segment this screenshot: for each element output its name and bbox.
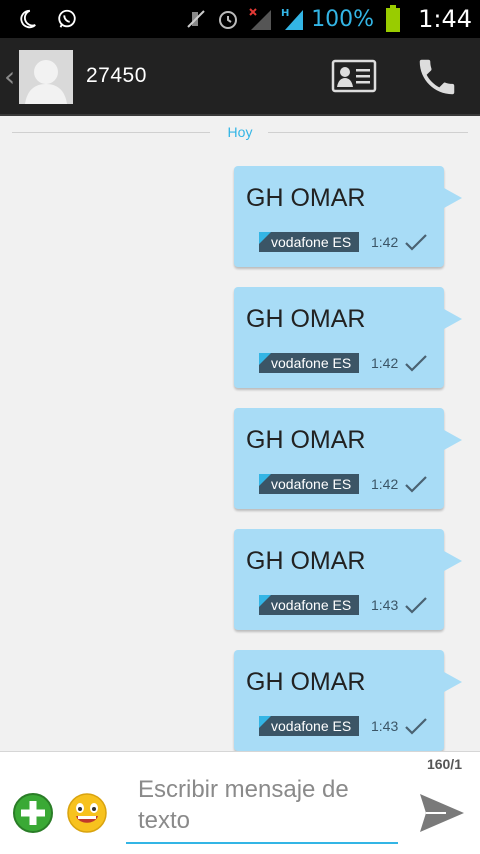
- battery-percentage: 100%: [311, 6, 375, 32]
- message-bubble[interactable]: GH OMAR vodafone ES 1:42: [234, 408, 462, 509]
- compose-bar: 160/1: [0, 751, 480, 854]
- carrier-tag: vodafone ES: [259, 474, 360, 494]
- message-time: 1:42: [371, 476, 399, 492]
- message-text: GH OMAR: [246, 305, 366, 333]
- call-button[interactable]: [414, 54, 460, 100]
- message-time: 1:42: [371, 355, 399, 371]
- action-bar: ‹ 27450: [0, 38, 480, 116]
- message-bubble[interactable]: GH OMAR vodafone ES 1:42: [234, 287, 462, 388]
- message-input[interactable]: [126, 774, 398, 844]
- message-text: GH OMAR: [246, 426, 366, 454]
- bubble-tail: [444, 430, 462, 450]
- message-time: 1:43: [371, 597, 399, 613]
- no-signal-icon: [247, 6, 273, 32]
- contact-avatar[interactable]: [19, 50, 73, 104]
- smiley-icon: [67, 793, 107, 833]
- message-text: GH OMAR: [246, 547, 366, 575]
- battery-icon: [380, 5, 406, 32]
- message-bubble[interactable]: GH OMAR vodafone ES 1:43: [234, 650, 462, 751]
- delivered-check-icon: [405, 234, 427, 251]
- contact-name: 27450: [86, 64, 147, 87]
- mute-icon: [183, 6, 209, 32]
- carrier-tag: vodafone ES: [259, 716, 360, 736]
- send-button[interactable]: [416, 790, 466, 836]
- bubble-tail: [444, 551, 462, 571]
- carrier-tag: vodafone ES: [259, 232, 360, 252]
- delivered-check-icon: [405, 476, 427, 493]
- send-icon: [420, 794, 464, 832]
- status-bar-notifications: [14, 6, 80, 32]
- hspa-signal-icon: H: [279, 6, 305, 32]
- back-chevron-icon[interactable]: ‹: [4, 60, 15, 93]
- clock: 1:44: [418, 5, 472, 33]
- message-time: 1:42: [371, 234, 399, 250]
- message-text: GH OMAR: [246, 184, 366, 212]
- svg-text:H: H: [281, 8, 289, 19]
- delivered-check-icon: [405, 597, 427, 614]
- contact-card-icon: [331, 59, 377, 93]
- carrier-tag: vodafone ES: [259, 353, 360, 373]
- message-bubble[interactable]: GH OMAR vodafone ES 1:42: [234, 166, 462, 267]
- emoji-button[interactable]: [66, 792, 108, 834]
- add-attachment-icon: [13, 793, 53, 833]
- char-counter: 160/1: [426, 756, 462, 772]
- day-label: Hoy: [217, 124, 263, 140]
- bubble-tail: [444, 188, 462, 208]
- bubble-tail: [444, 672, 462, 692]
- delivered-check-icon: [405, 355, 427, 372]
- view-contact-button[interactable]: [331, 58, 377, 96]
- message-bubble[interactable]: GH OMAR vodafone ES 1:43: [234, 529, 462, 630]
- alarm-icon: [215, 6, 241, 32]
- day-divider: Hoy: [12, 122, 468, 144]
- status-bar: H 100% 1:44: [0, 0, 480, 38]
- message-text: GH OMAR: [246, 668, 366, 696]
- delivered-check-icon: [405, 718, 427, 735]
- add-attachment-button[interactable]: [12, 792, 54, 834]
- phone-icon: [419, 59, 455, 95]
- status-bar-system: H 100% 1:44: [183, 0, 472, 38]
- carrier-tag: vodafone ES: [259, 595, 360, 615]
- moon-icon: [14, 6, 40, 32]
- whatsapp-icon: [54, 6, 80, 32]
- message-time: 1:43: [371, 718, 399, 734]
- bubble-tail: [444, 309, 462, 329]
